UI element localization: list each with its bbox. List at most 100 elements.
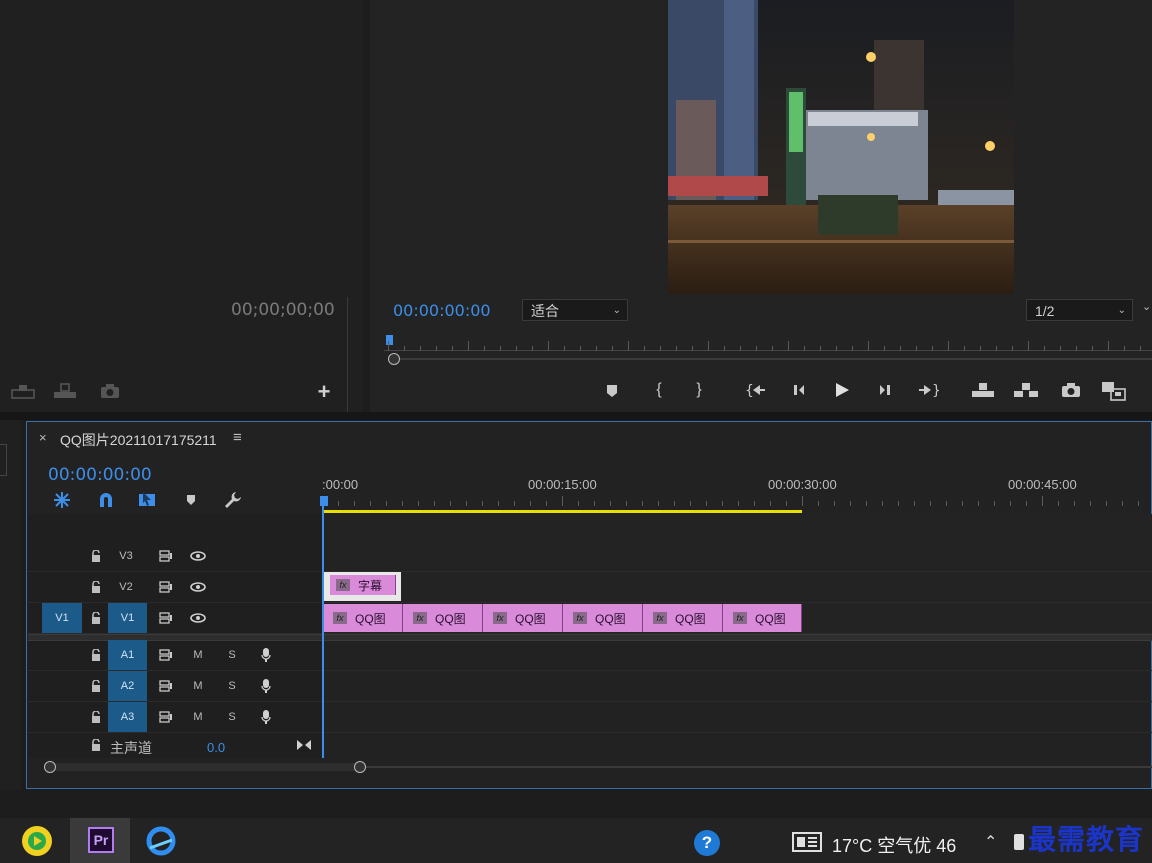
device-icon[interactable] xyxy=(1014,834,1024,850)
lock-icon[interactable] xyxy=(86,671,106,701)
eye-icon[interactable] xyxy=(188,572,208,602)
sync-lock-icon[interactable] xyxy=(156,671,176,701)
fx-badge: fx xyxy=(733,612,747,624)
microphone-icon[interactable] xyxy=(256,702,276,732)
program-zoom-scrollbar[interactable] xyxy=(388,353,1152,365)
sync-lock-icon[interactable] xyxy=(156,541,176,571)
media-player-icon[interactable] xyxy=(22,826,52,856)
lock-icon[interactable] xyxy=(86,603,106,633)
zoom-select[interactable]: 适合 ⌄ xyxy=(522,299,628,321)
program-ruler-tick xyxy=(1012,346,1013,351)
clip-v1[interactable]: fx QQ图 xyxy=(723,604,802,632)
premiere-app-button[interactable]: Pr xyxy=(70,818,130,863)
overwrite-icon[interactable] xyxy=(52,381,78,401)
comparison-view-icon[interactable] xyxy=(1100,380,1128,402)
clip-v1[interactable]: fx QQ图 xyxy=(483,604,563,632)
work-area-bar[interactable] xyxy=(324,510,802,513)
clip-v1[interactable]: fx QQ图 xyxy=(323,604,403,632)
tool-selection-button[interactable] xyxy=(0,444,7,476)
go-to-in-icon[interactable]: { xyxy=(744,381,766,399)
lock-icon[interactable] xyxy=(86,640,106,670)
lock-icon[interactable] xyxy=(86,572,106,602)
scroll-handle-right[interactable] xyxy=(354,761,366,773)
playhead-line[interactable] xyxy=(322,500,324,758)
step-forward-icon[interactable] xyxy=(878,381,896,399)
ruler-label-0: :00:00 xyxy=(322,477,359,492)
solo-button[interactable]: S xyxy=(222,671,242,701)
sequence-title[interactable]: QQ图片20211017175211 xyxy=(60,430,217,450)
ruler-tick xyxy=(674,501,675,506)
track-label-v1[interactable]: V1 xyxy=(108,603,147,633)
track-label-a1[interactable]: A1 xyxy=(108,640,147,670)
ruler-ticks xyxy=(322,496,1152,506)
mark-in-icon[interactable]: { xyxy=(652,380,666,400)
lock-icon[interactable] xyxy=(86,733,106,757)
weather-text[interactable]: 17°C 空气优 46 xyxy=(832,832,956,858)
marker-icon[interactable] xyxy=(604,382,620,400)
scroll-thumb[interactable] xyxy=(50,763,360,771)
scroll-handle-left[interactable] xyxy=(44,761,56,773)
sync-lock-icon[interactable] xyxy=(156,572,176,602)
sync-lock-icon[interactable] xyxy=(156,702,176,732)
track-label-v3[interactable]: V3 xyxy=(108,541,144,571)
lift-icon[interactable] xyxy=(970,381,996,399)
news-icon[interactable] xyxy=(792,832,822,857)
extract-icon[interactable] xyxy=(1012,381,1040,399)
play-icon[interactable] xyxy=(832,380,852,400)
export-frame-icon[interactable] xyxy=(1060,381,1082,399)
insert-icon[interactable] xyxy=(10,381,36,401)
timeline-timecode[interactable]: 00:00:00:00 xyxy=(48,465,152,485)
ruler-tick xyxy=(770,501,771,506)
lock-icon[interactable] xyxy=(86,702,106,732)
program-ruler-tick xyxy=(628,341,629,351)
wrench-icon[interactable] xyxy=(222,490,244,510)
tab-menu-icon[interactable]: ≡ xyxy=(233,429,242,446)
step-back-icon[interactable] xyxy=(788,381,806,399)
solo-button[interactable]: S xyxy=(222,640,242,670)
clip-v1[interactable]: fx QQ图 xyxy=(563,604,643,632)
export-frame-icon[interactable] xyxy=(98,381,122,401)
source-patch-v1[interactable]: V1 xyxy=(42,603,82,633)
clip-title[interactable]: fx 字幕 xyxy=(330,575,396,595)
linked-selection-icon[interactable] xyxy=(137,490,157,510)
sync-lock-icon[interactable] xyxy=(156,603,176,633)
go-to-out-icon[interactable]: } xyxy=(918,381,940,399)
microphone-icon[interactable] xyxy=(256,671,276,701)
panel-menu-chevron-icon[interactable]: ⌄ xyxy=(1142,300,1151,313)
qq-browser-icon[interactable] xyxy=(146,826,176,856)
snap-magnet-icon[interactable] xyxy=(96,490,116,510)
track-label-v2[interactable]: V2 xyxy=(108,572,144,602)
ruler-tick xyxy=(866,501,867,506)
timeline-scrollbar[interactable] xyxy=(44,760,1152,774)
mark-out-icon[interactable]: } xyxy=(692,380,706,400)
program-timecode[interactable]: 00:00:00:00 xyxy=(393,301,491,320)
mute-button[interactable]: M xyxy=(188,671,208,701)
resolution-select[interactable]: 1/2 ⌄ xyxy=(1026,299,1133,321)
chevron-up-icon[interactable]: ⌃ xyxy=(984,832,997,852)
mute-button[interactable]: M xyxy=(188,702,208,732)
add-button-icon[interactable]: + xyxy=(314,379,334,404)
help-icon[interactable]: ? xyxy=(694,830,720,856)
add-marker-icon[interactable] xyxy=(184,492,198,508)
lock-icon[interactable] xyxy=(86,541,106,571)
ruler-tick xyxy=(754,501,755,506)
insert-nest-icon[interactable] xyxy=(52,490,72,510)
clip-v1[interactable]: fx QQ图 xyxy=(403,604,483,632)
clip-v1[interactable]: fx QQ图 xyxy=(643,604,723,632)
eye-icon[interactable] xyxy=(188,541,208,571)
program-ruler-tick xyxy=(724,346,725,351)
solo-button[interactable]: S xyxy=(222,702,242,732)
eye-icon[interactable] xyxy=(188,603,208,633)
mute-button[interactable]: M xyxy=(188,640,208,670)
close-tab-icon[interactable]: × xyxy=(39,430,47,445)
go-to-end-icon[interactable] xyxy=(296,738,312,756)
ruler-tick xyxy=(1058,501,1059,506)
sync-lock-icon[interactable] xyxy=(156,640,176,670)
scroll-handle-left[interactable] xyxy=(388,353,400,365)
track-label-a3[interactable]: A3 xyxy=(108,702,147,732)
track-label-a2[interactable]: A2 xyxy=(108,671,147,701)
master-volume-value[interactable]: 0.0 xyxy=(207,740,225,755)
playhead-handle[interactable] xyxy=(320,496,328,506)
microphone-icon[interactable] xyxy=(256,640,276,670)
program-ruler-tick xyxy=(468,341,469,351)
